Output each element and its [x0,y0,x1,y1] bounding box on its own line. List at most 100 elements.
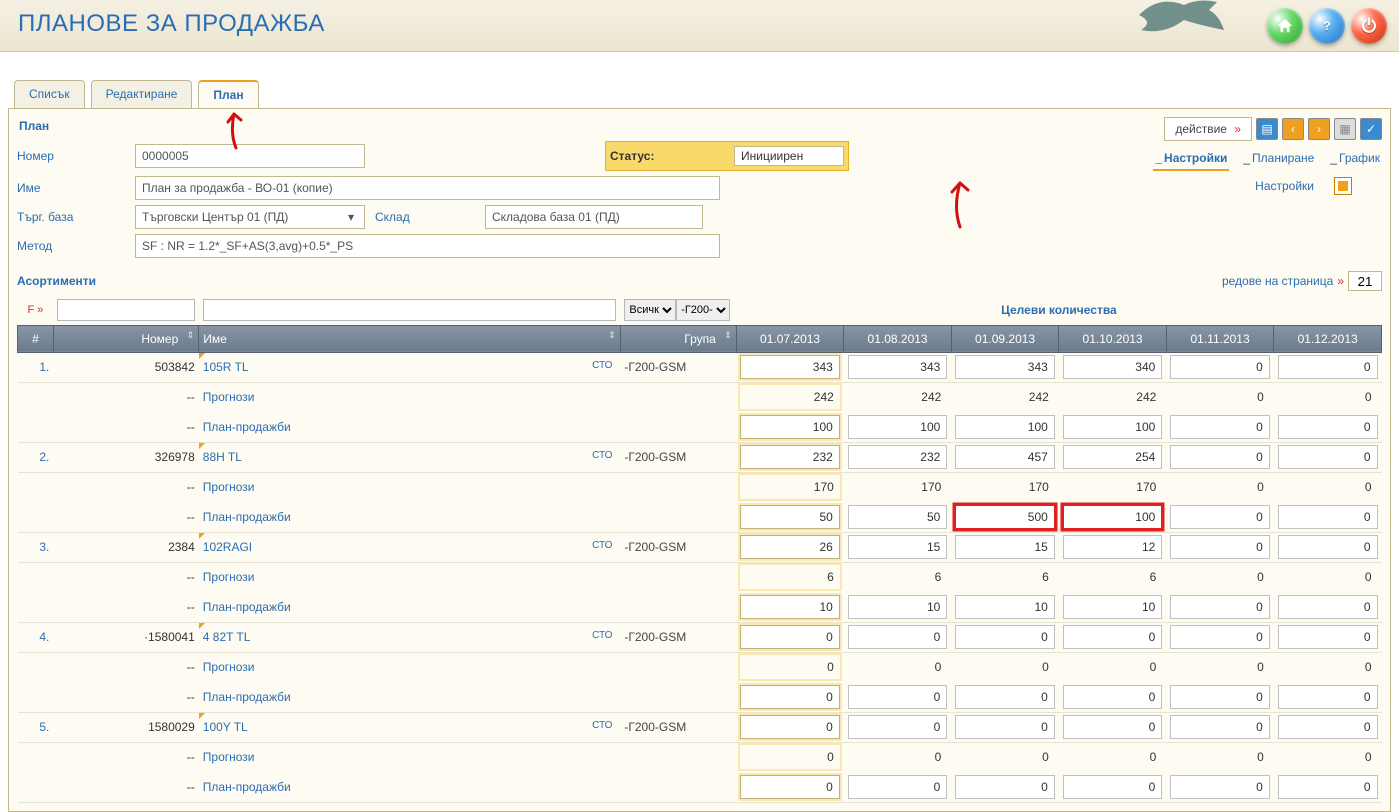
input-method[interactable] [135,234,720,258]
value-cell[interactable]: 0 [1063,685,1163,709]
input-number[interactable] [135,144,365,168]
nav-prev-icon[interactable]: ‹ [1282,118,1304,140]
value-cell[interactable]: 0 [1278,595,1378,619]
settings-toggle[interactable] [1334,177,1352,195]
filter-number[interactable] [57,299,194,321]
value-cell[interactable]: 0 [848,775,948,799]
help-icon[interactable]: ? [1309,8,1345,44]
row-plansales[interactable]: План-продажби [203,510,291,524]
value-cell[interactable]: 100 [740,415,840,439]
value-cell[interactable]: 12 [1063,535,1163,559]
th-date-4[interactable]: 01.11.2013 [1166,325,1274,352]
row-name-link[interactable]: 105R TL [203,360,249,374]
value-cell[interactable]: 100 [1063,505,1163,529]
value-cell[interactable]: 0 [1278,625,1378,649]
th-date-1[interactable]: 01.08.2013 [844,325,952,352]
row-prognosis[interactable]: Прогнози [203,390,255,404]
tab-edit[interactable]: Редактиране [91,80,193,108]
row-name-link[interactable]: 88H TL [203,450,242,464]
th-date-3[interactable]: 01.10.2013 [1059,325,1167,352]
value-cell[interactable]: 0 [1278,775,1378,799]
value-cell[interactable]: 10 [1063,595,1163,619]
value-cell[interactable]: 0 [1170,415,1270,439]
value-cell[interactable]: 343 [740,355,840,379]
th-date-2[interactable]: 01.09.2013 [951,325,1059,352]
value-cell[interactable]: 0 [1278,445,1378,469]
row-prognosis[interactable]: Прогнози [203,570,255,584]
value-cell[interactable]: 0 [740,775,840,799]
value-cell[interactable]: 100 [1063,415,1163,439]
row-prognosis[interactable]: Прогнози [203,750,255,764]
th-group[interactable]: Група⇕ [620,325,736,352]
action-button[interactable]: действие » [1164,117,1252,141]
rpp-input[interactable] [1348,271,1382,291]
sto-badge[interactable]: СТО [592,540,612,551]
value-cell[interactable]: 500 [955,505,1055,529]
row-plansales[interactable]: План-продажби [203,600,291,614]
status-value[interactable]: Инициирен [734,146,844,166]
home-icon[interactable] [1267,8,1303,44]
row-name-link[interactable]: 4 82T TL [203,630,251,644]
value-cell[interactable]: 0 [848,685,948,709]
sto-badge[interactable]: СТО [592,450,612,461]
value-cell[interactable]: 0 [1170,775,1270,799]
input-name[interactable] [135,176,720,200]
value-cell[interactable]: 340 [1063,355,1163,379]
value-cell[interactable]: 0 [848,715,948,739]
value-cell[interactable]: 26 [740,535,840,559]
value-cell[interactable]: 0 [1170,625,1270,649]
value-cell[interactable]: 0 [955,715,1055,739]
th-name[interactable]: Име⇕ [199,325,621,352]
value-cell[interactable]: 0 [1170,715,1270,739]
select-tbase[interactable]: Търговски Център 01 (ПД)▾ [135,205,365,229]
nav-next-icon[interactable]: › [1308,118,1330,140]
select-warehouse[interactable]: Складова база 01 (ПД) [485,205,703,229]
value-cell[interactable]: 10 [740,595,840,619]
subtab-settings[interactable]: _Настройки [1153,147,1229,171]
value-cell[interactable]: 0 [955,775,1055,799]
value-cell[interactable]: 10 [955,595,1055,619]
th-date-0[interactable]: 01.07.2013 [736,325,844,352]
row-plansales[interactable]: План-продажби [203,420,291,434]
tab-list[interactable]: Списък [14,80,85,108]
value-cell[interactable]: 0 [740,715,840,739]
value-cell[interactable]: 0 [1278,415,1378,439]
value-cell[interactable]: 0 [740,625,840,649]
sto-badge[interactable]: СТО [592,720,612,731]
row-plansales[interactable]: План-продажби [203,690,291,704]
tab-plan[interactable]: План [198,80,258,108]
row-name-link[interactable]: 100Y TL [203,720,248,734]
th-idx[interactable]: # [18,325,54,352]
value-cell[interactable]: 0 [1063,625,1163,649]
value-cell[interactable]: 457 [955,445,1055,469]
subtab-planning[interactable]: _Планиране [1241,147,1316,171]
filter-name[interactable] [203,299,617,321]
sto-badge[interactable]: СТО [592,630,612,641]
subtab-chart[interactable]: _График [1328,147,1382,171]
value-cell[interactable]: 0 [1063,775,1163,799]
value-cell[interactable]: 0 [1170,445,1270,469]
nav-check-icon[interactable]: ✓ [1360,118,1382,140]
value-cell[interactable]: 0 [1170,595,1270,619]
row-prognosis[interactable]: Прогнози [203,660,255,674]
th-date-5[interactable]: 01.12.2013 [1274,325,1382,352]
value-cell[interactable]: 0 [848,625,948,649]
sto-badge[interactable]: СТО [592,360,612,371]
value-cell[interactable]: 0 [1170,685,1270,709]
value-cell[interactable]: 232 [740,445,840,469]
value-cell[interactable]: 0 [1170,355,1270,379]
value-cell[interactable]: 15 [955,535,1055,559]
value-cell[interactable]: 254 [1063,445,1163,469]
value-cell[interactable]: 0 [1278,535,1378,559]
value-cell[interactable]: 100 [955,415,1055,439]
nav-grid-icon[interactable]: ▦ [1334,118,1356,140]
row-plansales[interactable]: План-продажби [203,780,291,794]
value-cell[interactable]: 10 [848,595,948,619]
nav-list-icon[interactable]: ▤ [1256,118,1278,140]
value-cell[interactable]: 15 [848,535,948,559]
th-number[interactable]: Номер⇕ [53,325,198,352]
value-cell[interactable]: 100 [848,415,948,439]
value-cell[interactable]: 0 [955,625,1055,649]
value-cell[interactable]: 0 [1278,505,1378,529]
filter-group[interactable]: -Г200-GSM [676,299,730,321]
